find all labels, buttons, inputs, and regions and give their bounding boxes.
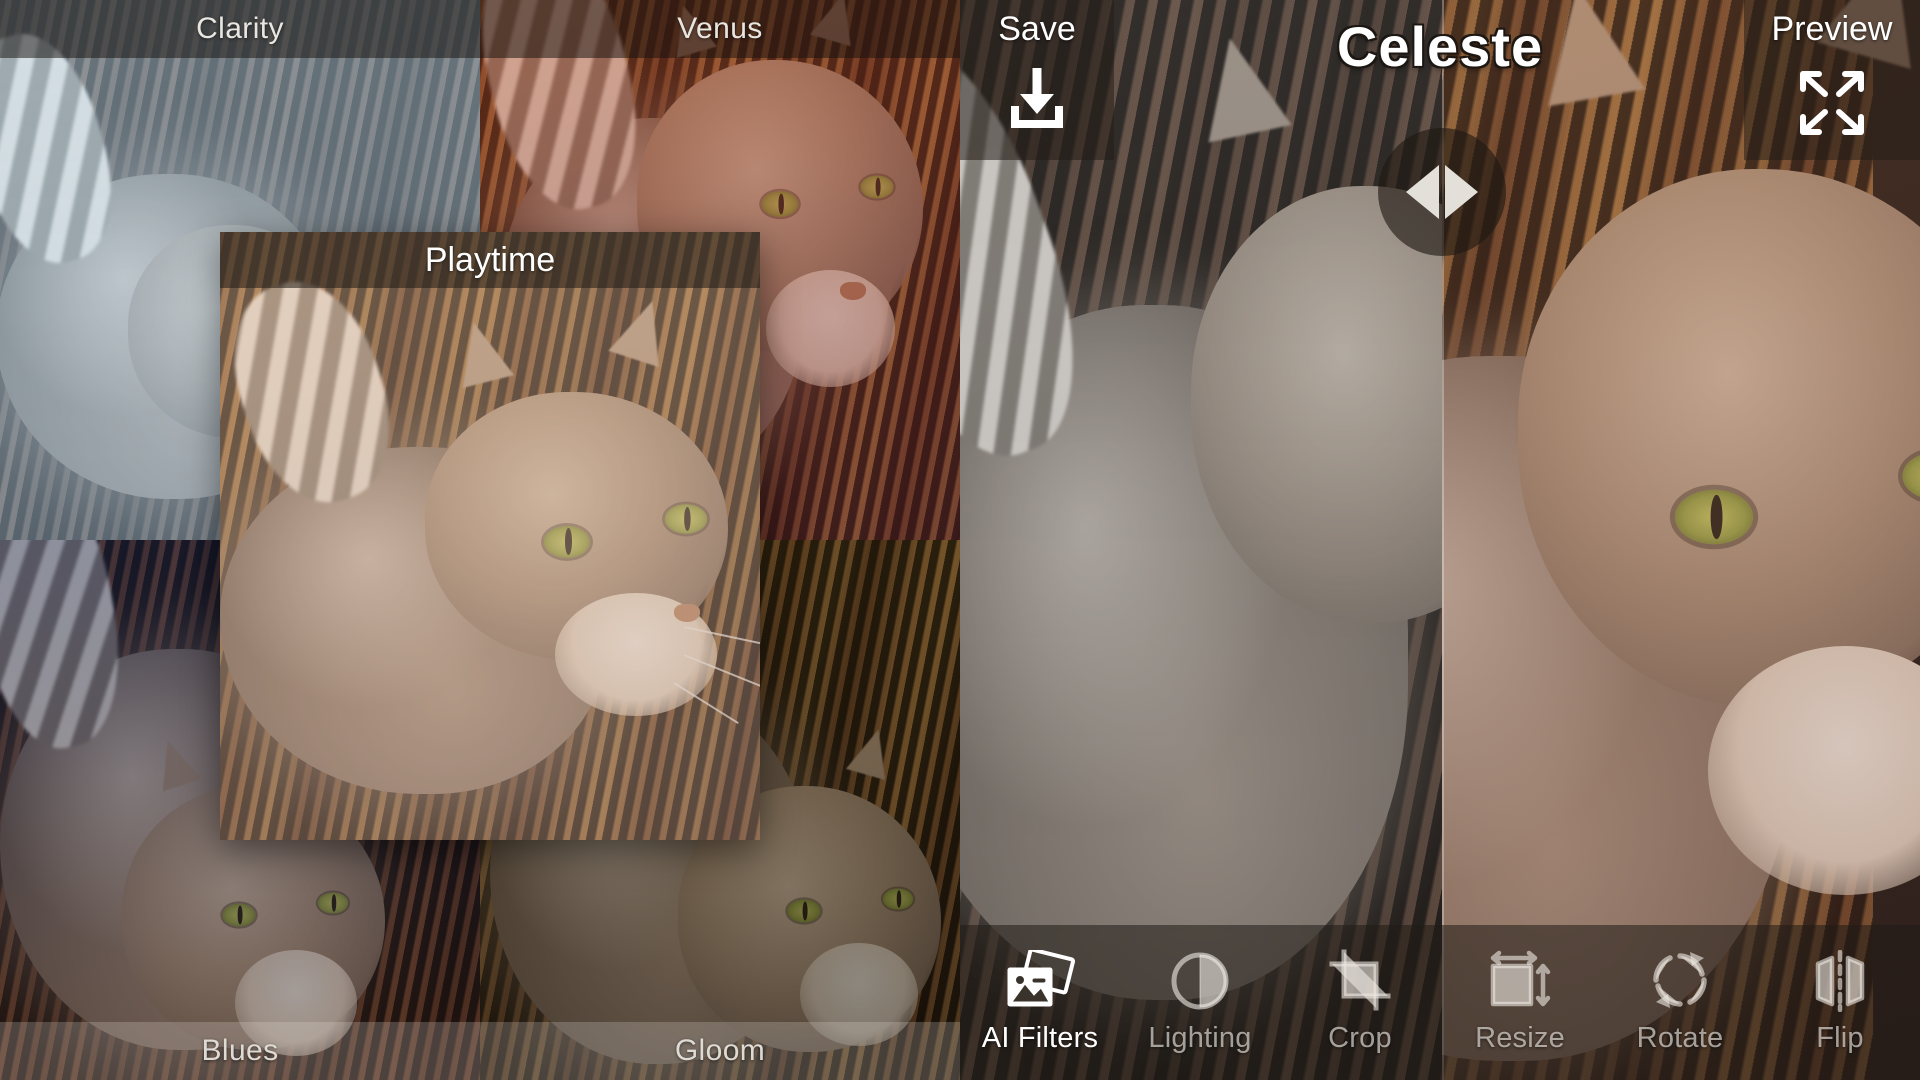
toolbar-item-label: Crop [1328, 1022, 1392, 1054]
expand-icon [1791, 64, 1873, 147]
filter-tile-label: Gloom [674, 1034, 766, 1067]
filter-tile-label: Blues [201, 1034, 279, 1067]
photo-stack-icon [1004, 950, 1076, 1012]
flip-icon [1808, 950, 1872, 1012]
toolbar-item-label: AI Filters [981, 1022, 1099, 1054]
rotate-icon [1648, 950, 1712, 1012]
toolbar-item-resize[interactable]: Resize [1440, 925, 1600, 1080]
preview-button[interactable]: Preview [1744, 0, 1920, 160]
resize-icon [1487, 950, 1553, 1012]
toolbar-item-flip[interactable]: Flip [1760, 925, 1920, 1080]
crop-icon [1328, 949, 1392, 1012]
photo-editor-app: Clarity Venus Blues Gloom Playtime Celes… [0, 0, 1920, 1080]
toolbar-item-ai-filters[interactable]: AI Filters [960, 925, 1120, 1080]
contrast-icon [1169, 950, 1231, 1012]
toolbar-item-rotate[interactable]: Rotate [1600, 925, 1760, 1080]
save-button-label: Save [998, 10, 1076, 48]
preview-button-label: Preview [1771, 10, 1893, 48]
filter-label-band: Venus [480, 0, 960, 58]
filter-label-band: Gloom [480, 1022, 960, 1080]
bottom-toolbar: AI Filters Lighting Crop Resize Rotate F… [960, 925, 1920, 1080]
filter-tile-label: Venus [677, 12, 763, 45]
download-icon [1000, 64, 1074, 135]
filter-label-band: Clarity [0, 0, 480, 58]
toolbar-item-label: Rotate [1636, 1022, 1724, 1054]
save-button[interactable]: Save [960, 0, 1114, 160]
preview-before-half [960, 0, 1442, 1080]
toolbar-item-crop[interactable]: Crop [1280, 925, 1440, 1080]
selected-filter-card-playtime[interactable]: Playtime [220, 232, 760, 840]
selected-filter-label: Playtime [424, 240, 556, 279]
preview-after-half [1442, 0, 1920, 1080]
filter-tile-label: Clarity [196, 12, 284, 45]
filter-label-band: Blues [0, 1022, 480, 1080]
toolbar-item-lighting[interactable]: Lighting [1120, 925, 1280, 1080]
before-after-compare-button[interactable] [1378, 128, 1506, 256]
triangle-right-icon [1445, 165, 1478, 219]
selected-filter-thumbnail [220, 232, 760, 840]
selected-filter-label-band: Playtime [220, 232, 760, 288]
triangle-left-icon [1406, 165, 1439, 219]
toolbar-item-label: Lighting [1148, 1022, 1252, 1054]
toolbar-item-label: Flip [1816, 1022, 1864, 1054]
toolbar-item-label: Resize [1475, 1022, 1565, 1054]
